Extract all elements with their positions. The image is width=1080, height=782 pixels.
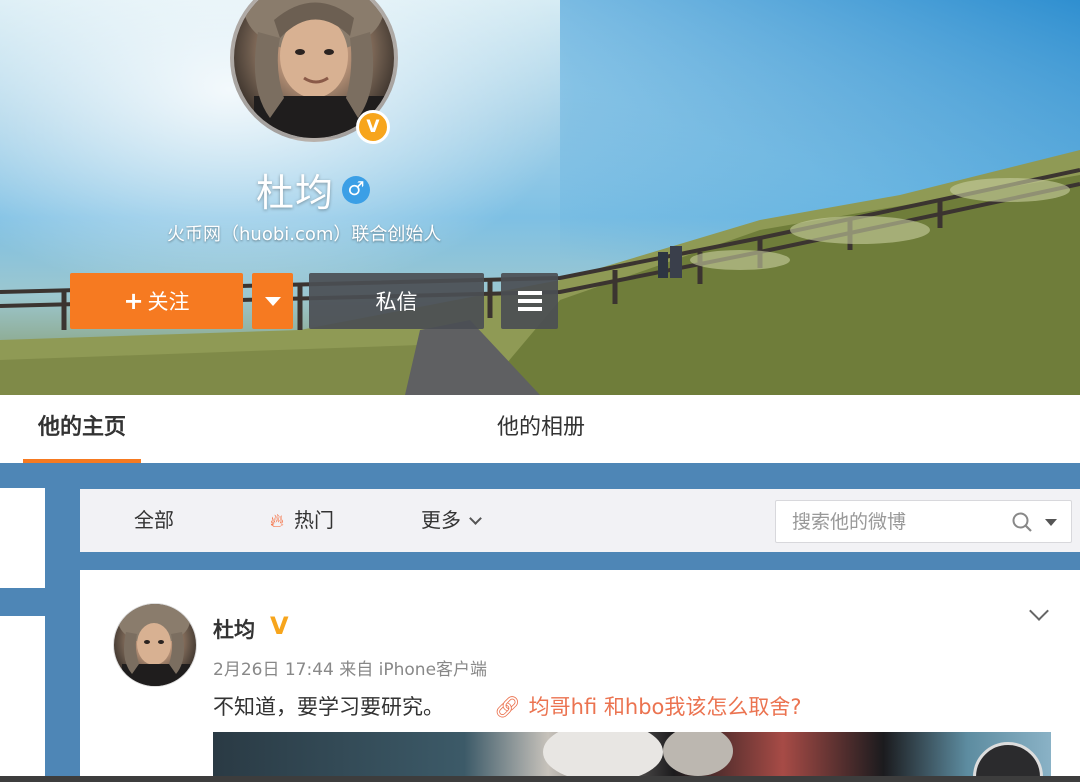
menu-icon-bar — [517, 299, 542, 303]
post-image[interactable] — [213, 732, 1051, 782]
filter-all[interactable]: 全部 — [134, 489, 174, 552]
feed-filter-bar: 全部 🔥︎ 热门 更多 — [80, 489, 1080, 552]
flame-icon: 🔥︎ — [270, 510, 284, 532]
menu-icon-bar — [517, 307, 542, 311]
search-icon[interactable] — [1012, 512, 1032, 532]
left-sidebar-card — [0, 616, 45, 782]
verified-badge: V — [356, 110, 390, 144]
tab-home[interactable]: 他的主页 — [23, 395, 141, 463]
follow-dropdown-button[interactable] — [252, 273, 293, 329]
feed-post: 杜均 V 2月26日 17:44 来自 iPhone客户端 不知道，要学习要研究… — [80, 570, 1080, 782]
filter-hot[interactable]: 🔥︎ 热门 — [270, 489, 334, 552]
profile-tab-bar: 他的主页 他的相册 — [0, 395, 1080, 463]
link-icon: 🔗︎ — [494, 695, 521, 719]
more-menu-button[interactable] — [501, 273, 558, 329]
filter-more-label: 更多 — [421, 508, 461, 532]
search-box — [775, 500, 1072, 543]
image-detail — [663, 732, 733, 776]
post-meta: 2月26日 17:44 来自 iPhone客户端 — [213, 660, 488, 680]
message-label: 私信 — [375, 290, 418, 314]
follow-label: 关注 — [147, 290, 190, 314]
chevron-down-icon — [469, 512, 482, 525]
image-detail — [543, 732, 663, 782]
profile-name: 杜均 — [256, 171, 335, 215]
chevron-down-icon[interactable] — [1029, 601, 1049, 621]
profile-cover: V 杜均 ♂ 火币网（huobi.com）联合创始人 + 关注 私信 — [0, 0, 1080, 395]
menu-icon-bar — [517, 291, 542, 295]
search-input[interactable] — [792, 509, 992, 535]
tab-album[interactable]: 他的相册 — [497, 395, 585, 463]
post-link-text: 均哥hfi 和hbo我该怎么取舍? — [528, 695, 802, 719]
follow-button[interactable]: + 关注 — [70, 273, 243, 329]
profile-description: 火币网（huobi.com）联合创始人 — [167, 224, 442, 245]
bottom-scroll-bar[interactable] — [0, 776, 1080, 782]
post-author[interactable]: 杜均 — [213, 614, 255, 644]
plus-icon: + — [123, 287, 144, 315]
vip-badge: V — [270, 612, 289, 640]
avatar-illustration — [118, 604, 190, 686]
caret-down-icon — [264, 296, 281, 306]
search-dropdown-icon[interactable] — [1045, 519, 1057, 526]
message-button[interactable]: 私信 — [309, 273, 484, 329]
post-avatar[interactable] — [113, 603, 197, 687]
filter-hot-label: 热门 — [293, 508, 334, 532]
left-sidebar-card — [0, 488, 45, 588]
post-link[interactable]: 🔗︎ 均哥hfi 和hbo我该怎么取舍? — [494, 691, 802, 721]
post-text: 不知道，要学习要研究。 — [213, 695, 444, 719]
male-gender-icon: ♂ — [342, 176, 370, 204]
cover-landscape — [0, 150, 1080, 395]
filter-more[interactable]: 更多 — [421, 489, 482, 552]
